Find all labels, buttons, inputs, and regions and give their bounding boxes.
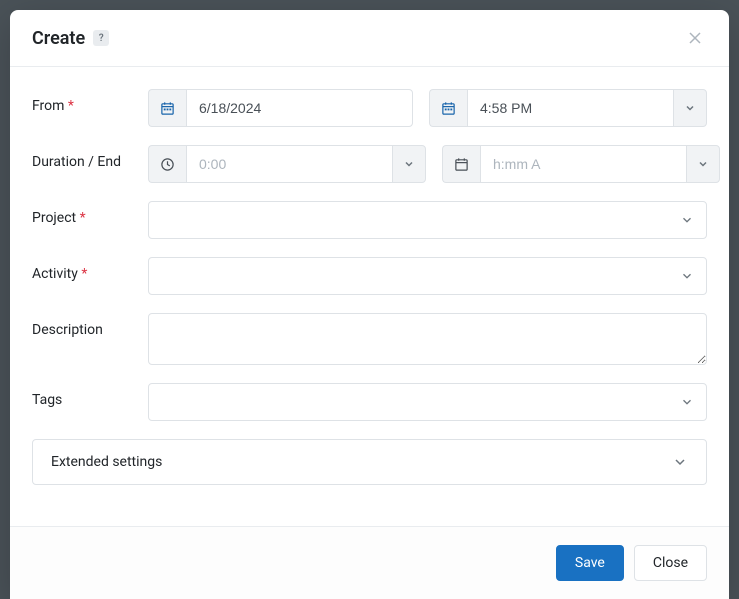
from-controls xyxy=(148,89,707,127)
duration-end-controls xyxy=(148,145,720,183)
description-label: Description xyxy=(32,313,148,338)
extended-settings-toggle[interactable]: Extended settings xyxy=(32,439,707,485)
calendar-icon[interactable] xyxy=(442,145,480,183)
duration-end-label: Duration / End xyxy=(32,145,148,170)
activity-controls xyxy=(148,257,707,295)
description-textarea[interactable] xyxy=(148,313,707,365)
activity-select[interactable] xyxy=(148,257,707,295)
project-row: Project * xyxy=(32,201,707,239)
extended-settings-label: Extended settings xyxy=(51,454,162,470)
tags-controls xyxy=(148,383,707,421)
chevron-down-icon xyxy=(680,395,694,409)
end-time-group xyxy=(442,145,720,183)
modal-title: Create xyxy=(32,28,85,49)
project-controls xyxy=(148,201,707,239)
duration-dropdown[interactable] xyxy=(392,145,426,183)
duration-group xyxy=(148,145,426,183)
activity-label: Activity * xyxy=(32,257,148,282)
description-row: Description xyxy=(32,313,707,365)
from-time-input[interactable] xyxy=(467,89,673,127)
modal-footer: Save Close xyxy=(10,526,729,599)
tags-select[interactable] xyxy=(148,383,707,421)
calendar-icon[interactable] xyxy=(148,89,186,127)
modal-header: Create ? xyxy=(10,10,729,67)
clock-icon[interactable] xyxy=(148,145,186,183)
close-icon xyxy=(687,30,703,46)
calendar-icon[interactable] xyxy=(429,89,467,127)
chevron-down-icon xyxy=(680,269,694,283)
tags-label: Tags xyxy=(32,383,148,408)
project-required: * xyxy=(80,210,86,226)
end-time-dropdown[interactable] xyxy=(686,145,720,183)
from-label-text: From xyxy=(32,98,64,114)
create-modal: Create ? From * xyxy=(10,10,729,599)
from-label: From * xyxy=(32,89,148,114)
from-time-dropdown[interactable] xyxy=(673,89,707,127)
activity-required: * xyxy=(81,266,87,282)
project-label: Project * xyxy=(32,201,148,226)
project-select[interactable] xyxy=(148,201,707,239)
from-row: From * xyxy=(32,89,707,127)
from-required: * xyxy=(68,98,74,114)
modal-title-group: Create ? xyxy=(32,28,109,49)
save-button[interactable]: Save xyxy=(556,545,624,581)
close-footer-button[interactable]: Close xyxy=(634,545,707,581)
duration-input[interactable] xyxy=(186,145,392,183)
modal-body: From * xyxy=(10,67,729,526)
help-icon[interactable]: ? xyxy=(93,30,109,46)
from-date-group xyxy=(148,89,413,127)
project-label-text: Project xyxy=(32,210,76,226)
from-date-input[interactable] xyxy=(186,89,413,127)
chevron-down-icon xyxy=(680,213,694,227)
description-controls xyxy=(148,313,707,365)
activity-row: Activity * xyxy=(32,257,707,295)
from-time-group xyxy=(429,89,707,127)
end-time-input[interactable] xyxy=(480,145,686,183)
activity-label-text: Activity xyxy=(32,266,78,282)
duration-end-row: Duration / End xyxy=(32,145,707,183)
chevron-down-icon xyxy=(672,454,688,470)
close-button[interactable] xyxy=(683,26,707,50)
tags-row: Tags xyxy=(32,383,707,421)
